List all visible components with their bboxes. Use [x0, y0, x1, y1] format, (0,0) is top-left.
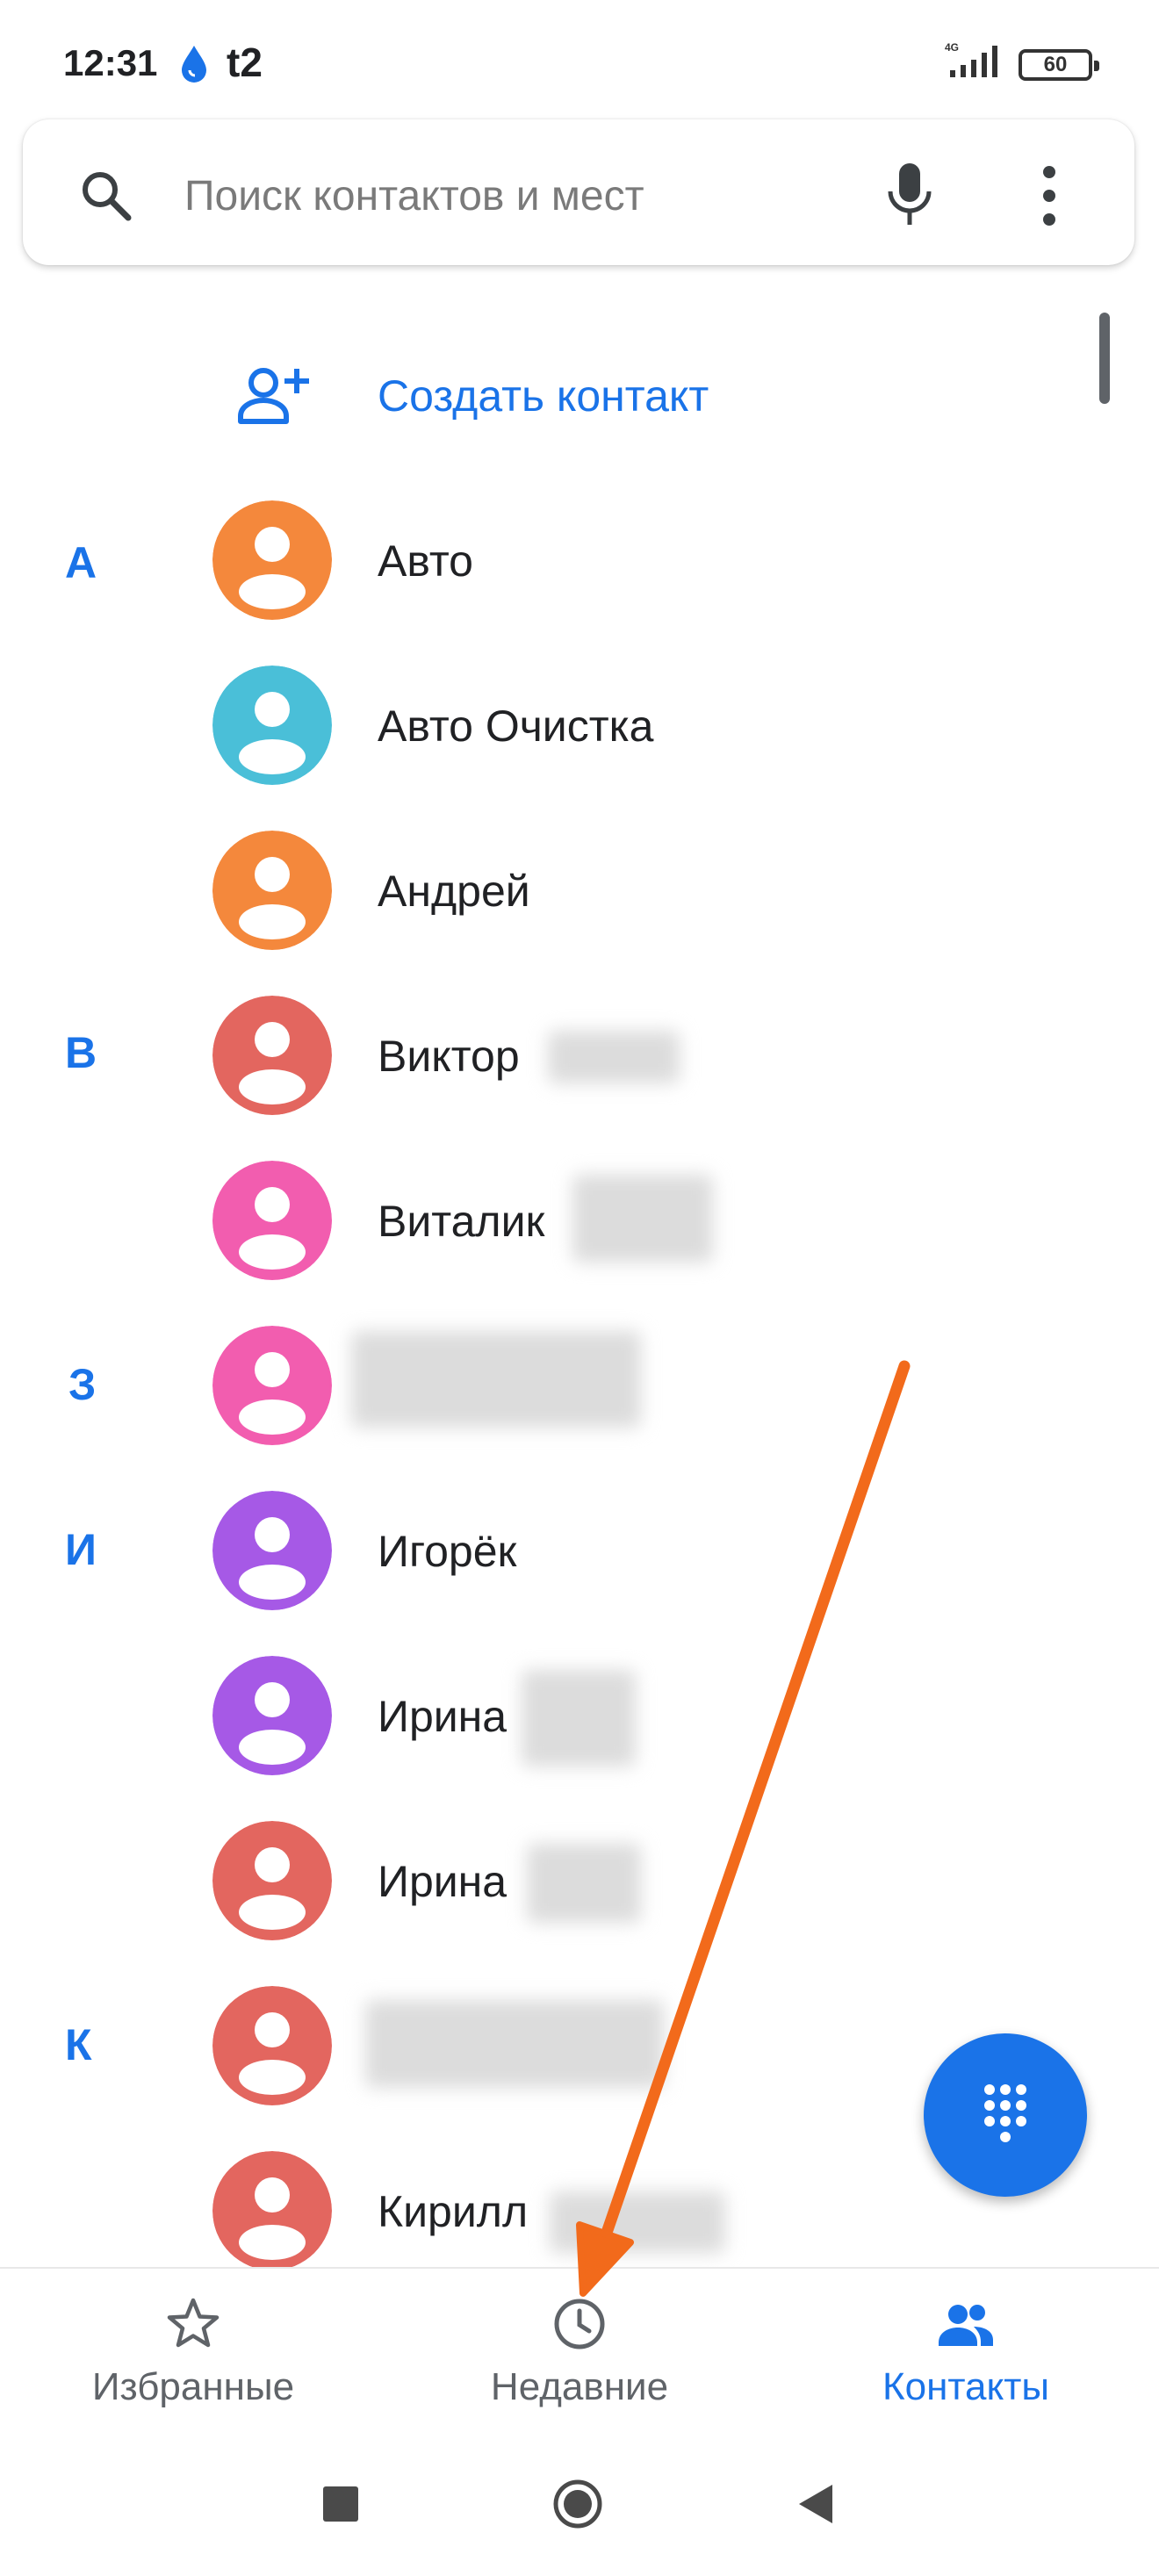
- avatar: [212, 666, 332, 785]
- contact-name: Игорёк: [378, 1527, 517, 1576]
- person-icon: [212, 1656, 332, 1775]
- clock-icon: [554, 2299, 605, 2349]
- contact-row[interactable]: Игорёк: [202, 1487, 1080, 1619]
- dialpad-icon: [984, 2084, 1026, 2142]
- person-icon: [212, 500, 332, 620]
- redacted-surname: [572, 1175, 713, 1263]
- avatar: [212, 1986, 332, 2105]
- person-icon: [212, 1986, 332, 2105]
- contact-row[interactable]: Ирина: [202, 1817, 1080, 1949]
- person-icon: [212, 2151, 332, 2270]
- person-icon: [212, 1326, 332, 1445]
- tab-favorites-label: Избранные: [91, 2365, 295, 2408]
- avatar: [212, 1326, 332, 1445]
- contact-row[interactable]: Ирина: [202, 1652, 1080, 1784]
- create-contact-label: Создать контакт: [378, 371, 709, 421]
- water-drop-icon: [182, 46, 206, 83]
- person-icon: [212, 1821, 332, 1940]
- contact-name: Ирина: [378, 1692, 508, 1741]
- tab-contacts[interactable]: Контакты: [773, 2269, 1159, 2444]
- person-icon: [212, 1161, 332, 1280]
- back-button[interactable]: [794, 2481, 836, 2527]
- redacted-name: [351, 1331, 641, 1428]
- people-icon: [939, 2305, 993, 2346]
- contact-row[interactable]: Виктор: [202, 992, 1080, 1124]
- contact-row[interactable]: Авто: [202, 497, 1080, 629]
- tab-recents-label: Недавние: [490, 2365, 669, 2408]
- contact-name: Виталик: [378, 1197, 545, 1246]
- avatar: [212, 2151, 332, 2270]
- redacted-surname: [522, 1670, 636, 1767]
- scrollbar-thumb[interactable]: [1099, 313, 1110, 404]
- contact-name: Виктор: [378, 1032, 520, 1081]
- avatar: [212, 1821, 332, 1940]
- section-letter-z: З: [68, 1360, 97, 1409]
- bottom-navigation: Избранные Недавние Контакты: [0, 2267, 1159, 2444]
- contact-name: Ирина: [378, 1857, 508, 1906]
- contact-row[interactable]: Виталик: [202, 1157, 1080, 1289]
- section-letter-v: В: [65, 1028, 97, 1077]
- more-options-icon[interactable]: [1036, 163, 1062, 228]
- redacted-surname: [548, 1031, 680, 1083]
- section-letter-a: А: [65, 538, 97, 587]
- contact-row[interactable]: Авто Очистка: [202, 662, 1080, 794]
- contact-row[interactable]: Андрей: [202, 827, 1080, 959]
- person-icon: [212, 1491, 332, 1610]
- avatar: [212, 831, 332, 950]
- create-contact-button[interactable]: Создать контакт: [228, 355, 1019, 443]
- avatar: [212, 500, 332, 620]
- tab-favorites[interactable]: Избранные: [0, 2269, 386, 2444]
- contact-name: Кирилл: [378, 2187, 529, 2236]
- tab-contacts-label: Контакты: [882, 2365, 1050, 2408]
- network-type-label: 4G: [945, 41, 959, 54]
- redacted-name: [365, 2000, 664, 2088]
- search-icon[interactable]: [77, 167, 133, 223]
- section-letter-k: К: [65, 2020, 92, 2069]
- contact-row[interactable]: [202, 1322, 1080, 1454]
- avatar: [212, 996, 332, 1115]
- carrier-label: t2: [227, 40, 263, 85]
- person-icon: [212, 666, 332, 785]
- recent-apps-button[interactable]: [323, 2486, 358, 2522]
- redacted-surname: [550, 2191, 725, 2253]
- add-person-icon: [238, 368, 309, 424]
- search-input[interactable]: [184, 165, 852, 227]
- tab-recents[interactable]: Недавние: [386, 2269, 773, 2444]
- avatar: [212, 1656, 332, 1775]
- contact-name: Авто Очистка: [378, 702, 654, 751]
- microphone-icon[interactable]: [883, 162, 936, 228]
- battery-indicator: 60: [1019, 49, 1099, 81]
- person-icon: [212, 831, 332, 950]
- status-time: 12:31: [63, 42, 158, 83]
- avatar: [212, 1161, 332, 1280]
- dialpad-button[interactable]: [924, 2033, 1087, 2197]
- signal-icon: 4G: [945, 41, 997, 77]
- section-letter-i: И: [65, 1525, 97, 1574]
- contact-name: Андрей: [378, 867, 530, 916]
- avatar: [212, 1491, 332, 1610]
- star-icon: [167, 2298, 220, 2348]
- person-icon: [212, 996, 332, 1115]
- redacted-surname: [527, 1844, 641, 1923]
- home-button[interactable]: [551, 2478, 604, 2530]
- contact-name: Авто: [378, 536, 473, 586]
